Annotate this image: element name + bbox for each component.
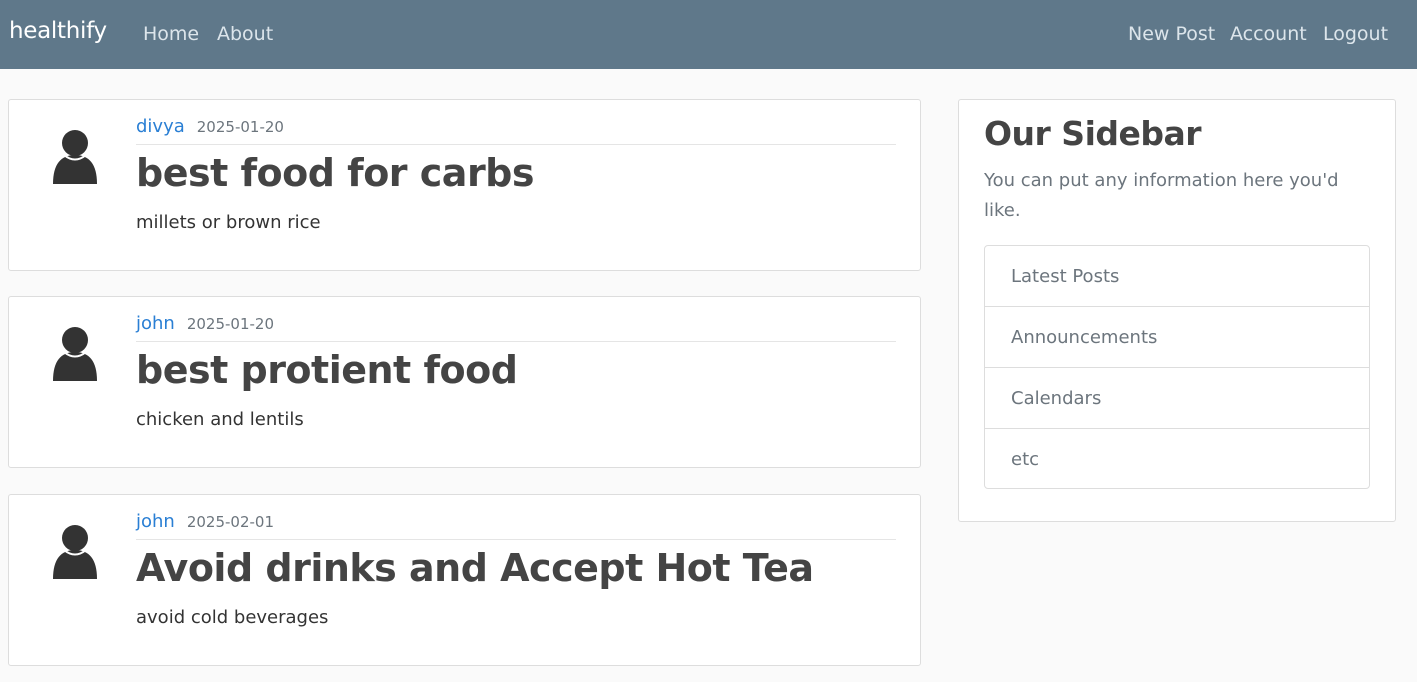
post-content: avoid cold beverages	[136, 607, 329, 628]
post-card: john 2025-01-20 best protient food chicke…	[8, 296, 921, 468]
post-title-link[interactable]: Avoid drinks and Accept Hot Tea	[136, 546, 814, 590]
post-date: 2025-01-20	[186, 315, 275, 333]
post-meta: john 2025-01-20	[136, 313, 896, 342]
navbar: healthify Home About New Post Account Lo…	[0, 0, 1417, 69]
post-meta: divya 2025-01-20	[136, 116, 896, 145]
post-content: chicken and lentils	[136, 409, 304, 430]
nav-account-link[interactable]: Account	[1230, 23, 1307, 45]
post-card: john 2025-02-01 Avoid drinks and Accept H…	[8, 494, 921, 666]
brand-link[interactable]: healthify	[9, 18, 107, 44]
post-content: millets or brown rice	[136, 212, 321, 233]
user-icon	[53, 327, 97, 381]
post-title-link[interactable]: best protient food	[136, 348, 518, 392]
nav-home-link[interactable]: Home	[143, 23, 199, 45]
user-icon	[53, 525, 97, 579]
post-author-link[interactable]: john	[136, 313, 175, 334]
post-date: 2025-02-01	[186, 513, 275, 531]
sidebar-item-latest-posts[interactable]: Latest Posts	[985, 246, 1369, 307]
sidebar-text: You can put any information here you'd l…	[984, 170, 1339, 221]
post-author-link[interactable]: divya	[136, 116, 185, 137]
user-icon	[53, 130, 97, 184]
post-date: 2025-01-20	[196, 118, 284, 136]
sidebar: Our Sidebar You can put any information …	[958, 99, 1396, 522]
post-meta: john 2025-02-01	[136, 511, 896, 540]
nav-logout-link[interactable]: Logout	[1323, 23, 1388, 45]
post-author-link[interactable]: john	[136, 511, 175, 532]
post-card: divya 2025-01-20 best food for carbs mill…	[8, 99, 921, 271]
nav-new-post-link[interactable]: New Post	[1128, 23, 1215, 45]
sidebar-item-announcements[interactable]: Announcements	[985, 307, 1369, 368]
sidebar-title: Our Sidebar	[984, 114, 1202, 153]
sidebar-item-calendars[interactable]: Calendars	[985, 368, 1369, 429]
sidebar-item-etc[interactable]: etc	[985, 429, 1369, 488]
sidebar-list: Latest Posts Announcements Calendars etc	[984, 245, 1370, 489]
post-title-link[interactable]: best food for carbs	[136, 151, 535, 195]
nav-about-link[interactable]: About	[217, 23, 273, 45]
